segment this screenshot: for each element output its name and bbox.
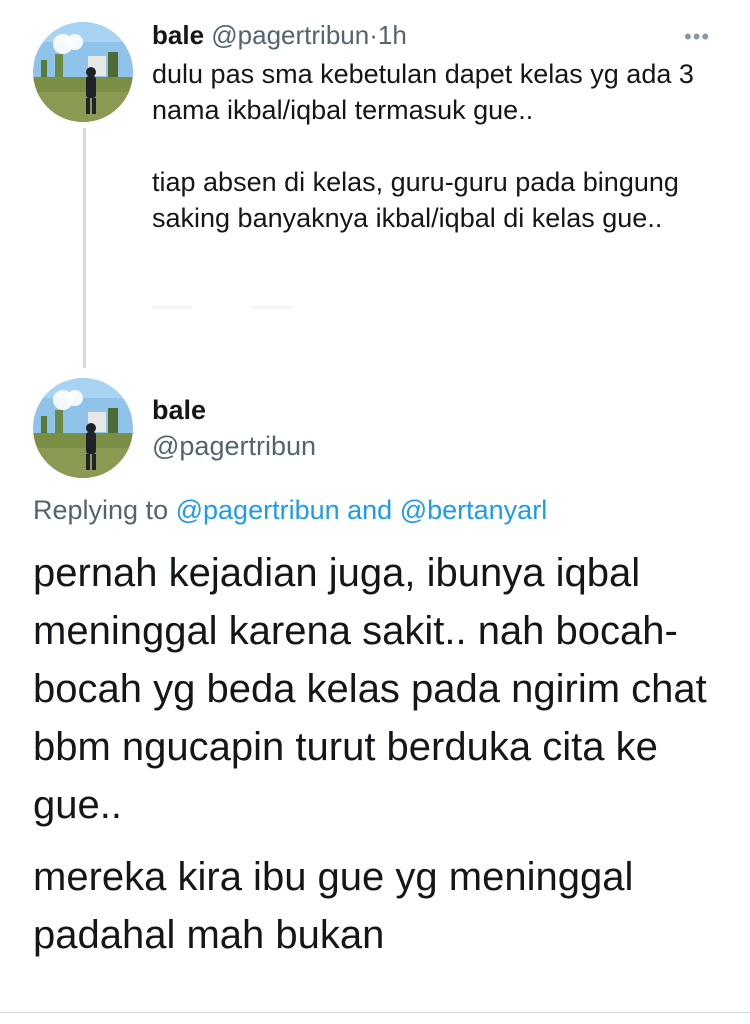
user-handle[interactable]: @pagertribun xyxy=(152,428,316,464)
user-handle[interactable]: @pagertribun xyxy=(211,20,369,50)
display-name[interactable]: bale xyxy=(152,392,206,428)
replying-prefix: Replying to xyxy=(33,495,169,525)
retweet-action[interactable] xyxy=(252,306,292,309)
tweet-paragraph: pernah kejadian juga, ibunya iqbal menin… xyxy=(33,551,707,827)
more-horizontal-icon[interactable]: ••• xyxy=(684,24,710,50)
avatar[interactable] xyxy=(33,378,133,478)
tweet-paragraph: mereka kira ibu gue yg meninggal padahal… xyxy=(33,855,634,957)
tweet-text: dulu pas sma kebetulan dapet kelas yg ad… xyxy=(152,56,722,236)
tweet-paragraph: tiap absen di kelas, guru-guru pada bing… xyxy=(152,167,679,233)
reply-action[interactable] xyxy=(152,306,192,309)
reply-and-text[interactable]: and xyxy=(347,495,392,525)
divider xyxy=(0,1012,750,1013)
tweet-header: bale @pagertribun·1h xyxy=(152,18,407,52)
avatar-photo xyxy=(33,378,133,478)
tweet-action-bar xyxy=(152,296,352,312)
thread-connector-line xyxy=(83,128,86,368)
avatar[interactable] xyxy=(33,22,133,122)
avatar-photo xyxy=(33,22,133,122)
tweet-paragraph: dulu pas sma kebetulan dapet kelas yg ad… xyxy=(152,59,694,125)
reply-mention-link[interactable]: @bertanyarl xyxy=(400,495,547,525)
reply-mention-link[interactable]: @pagertribun xyxy=(176,495,340,525)
meta-separator: · xyxy=(369,20,378,50)
tweet-text: pernah kejadian juga, ibunya iqbal menin… xyxy=(33,544,723,964)
replying-to-line: Replying to @pagertribun and @bertanyarl xyxy=(33,492,547,528)
tweet-time[interactable]: 1h xyxy=(378,20,407,50)
display-name[interactable]: bale xyxy=(152,20,204,50)
